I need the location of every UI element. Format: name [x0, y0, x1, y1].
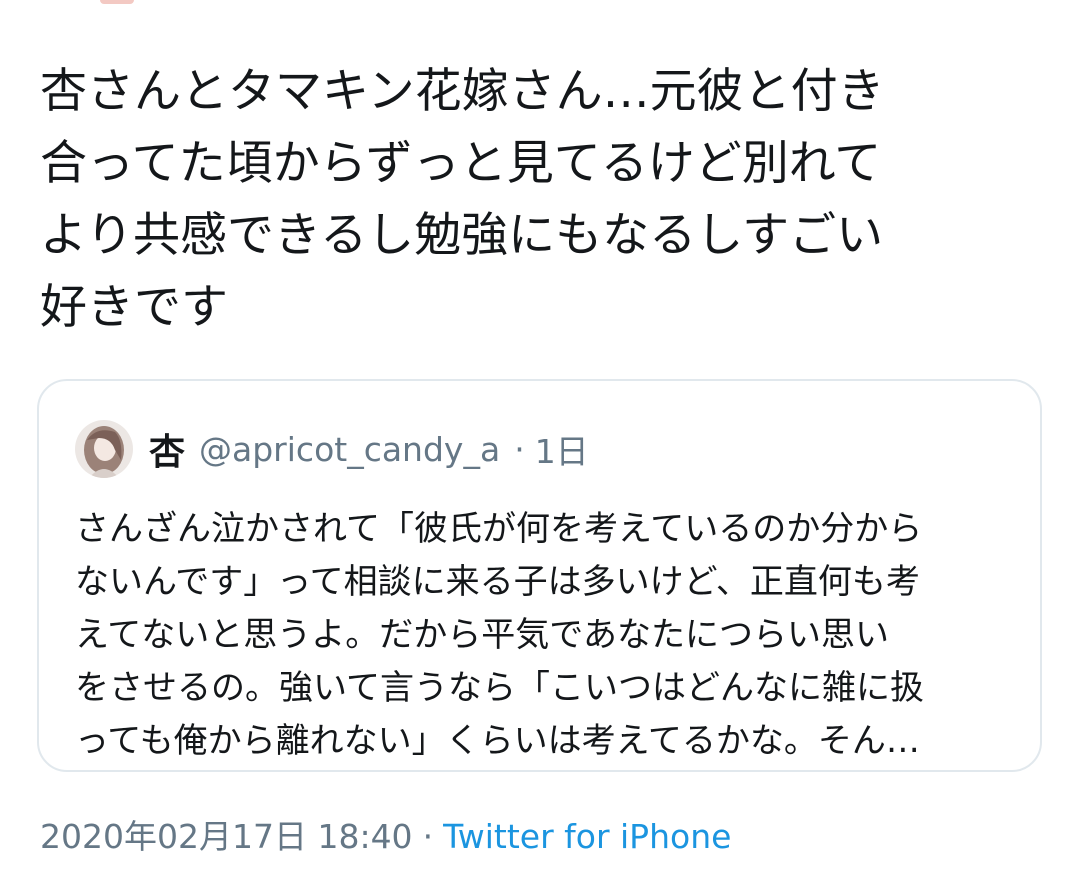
- previous-item-edge: [100, 0, 134, 4]
- tweet-text: 杏さんとタマキン花嫁さん…元彼と付き 合ってた頃からずっと見てるけど別れて より…: [40, 64, 885, 335]
- tweet-meta: 2020年02月17日 18:40 · Twitter for iPhone: [40, 812, 731, 862]
- user-avatar-illustration-icon: [75, 420, 133, 478]
- quoted-author-handle[interactable]: @apricot_candy_a: [199, 430, 500, 469]
- meta-separator: ·: [422, 817, 434, 856]
- quoted-tweet-text: さんざん泣かされて「彼氏が何を考えているのか分から ないんです」って相談に来る子…: [75, 509, 924, 761]
- quoted-tweet-time[interactable]: 1日: [535, 425, 589, 473]
- tweet-source-link[interactable]: Twitter for iPhone: [443, 817, 731, 856]
- avatar[interactable]: [75, 420, 133, 478]
- header-separator: ·: [514, 429, 525, 469]
- tweet-timestamp[interactable]: 2020年02月17日 18:40: [40, 817, 413, 856]
- quoted-tweet-card[interactable]: 杏 @apricot_candy_a · 1日 さんざん泣かされて「彼氏が何を考…: [37, 379, 1042, 772]
- quoted-author-name[interactable]: 杏: [149, 423, 185, 475]
- quoted-tweet-header: 杏 @apricot_candy_a · 1日: [75, 419, 589, 479]
